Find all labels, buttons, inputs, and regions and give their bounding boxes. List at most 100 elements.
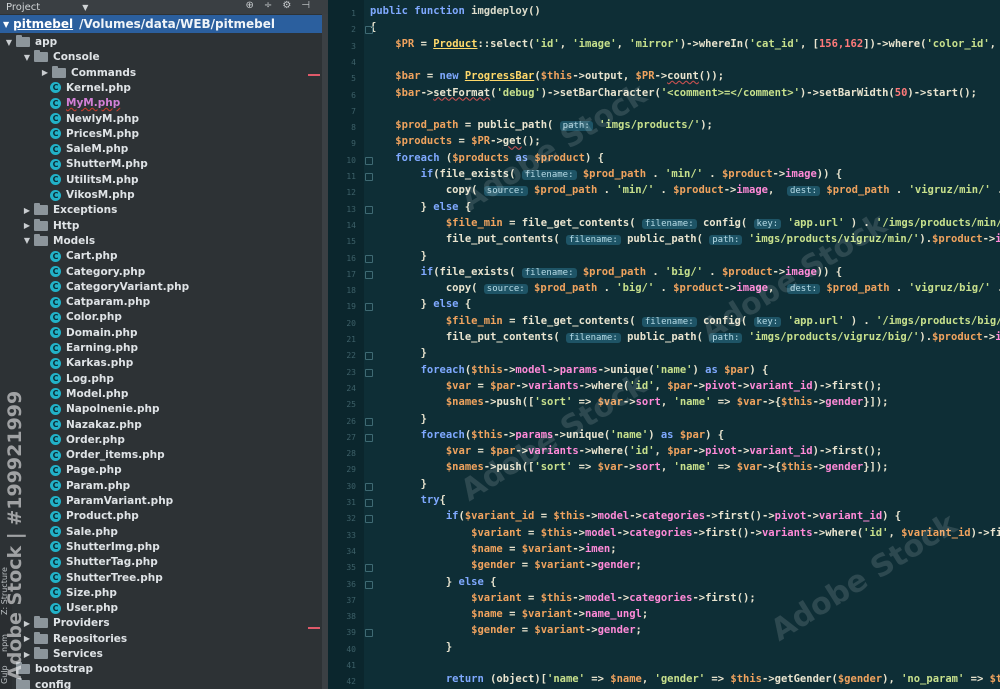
chevron-right-icon[interactable]: ▶ — [40, 68, 50, 77]
chevron-right-icon[interactable]: ▶ — [22, 221, 32, 230]
fold-marker-icon[interactable] — [365, 482, 373, 491]
fold-marker-icon[interactable] — [365, 515, 373, 524]
code-line[interactable]: } else { — [370, 576, 497, 592]
root-expand-arrow[interactable]: ▼ — [3, 20, 9, 29]
tree-file[interactable]: C ShutterM.php — [40, 156, 148, 172]
code-line[interactable]: copy( source: $prod_path . 'big/' . $pro… — [370, 282, 1000, 298]
tree-file[interactable]: C PricesM.php — [40, 126, 139, 142]
tree-folder[interactable]: ▶ Exceptions — [22, 202, 117, 218]
hide-icon[interactable]: ⊣ — [301, 0, 310, 11]
code-line[interactable]: $variant = $this->model->categories->fir… — [370, 592, 756, 608]
collapse-all-icon[interactable]: ÷ — [264, 0, 272, 11]
tree-file[interactable]: C ParamVariant.php — [40, 493, 173, 509]
tree-file[interactable]: C Kernel.php — [40, 80, 131, 96]
tree-file[interactable]: C Size.php — [40, 585, 117, 601]
tree-folder[interactable]: ▶ Commands — [40, 65, 136, 81]
fold-marker-icon[interactable] — [365, 26, 373, 35]
tree-file[interactable]: C Param.php — [40, 478, 130, 494]
tree-folder[interactable]: ▼ Models — [22, 233, 95, 249]
tree-file[interactable]: C Order_items.php — [40, 447, 165, 463]
tree-file[interactable]: C ShutterTree.php — [40, 570, 163, 586]
tree-file[interactable]: C SaleM.php — [40, 141, 128, 157]
fold-marker-icon[interactable] — [365, 580, 373, 589]
code-line[interactable]: if(file_exists( filename: $prod_path . '… — [370, 168, 842, 184]
code-editor[interactable]: 1 2 3 4 5 6 7 8 9 10 11 12 13 14 15 16 17 18 19 20 21 22 23 24 2… — [328, 0, 1000, 689]
fold-marker-icon[interactable] — [365, 564, 373, 573]
code-line[interactable]: $bar = new ProgressBar($this->output, $P… — [370, 70, 724, 86]
tree-file[interactable]: C ShutterTag.php — [40, 554, 158, 570]
tree-file[interactable]: C Color.php — [40, 309, 122, 325]
code-line[interactable]: file_put_contents( filename: public_path… — [370, 233, 1000, 249]
tree-file[interactable]: C CategoryVariant.php — [40, 279, 189, 295]
tree-folder[interactable]: ▼ app — [4, 34, 57, 50]
code-line[interactable]: $file_min = file_get_contents( filename:… — [370, 315, 1000, 331]
code-line[interactable]: } — [370, 250, 427, 266]
tree-file[interactable]: C MyM.php — [40, 95, 120, 111]
chevron-down-icon[interactable]: ▼ — [4, 38, 14, 47]
fold-marker-icon[interactable] — [365, 499, 373, 507]
code-line[interactable]: return (object)['name' => $name, 'gender… — [370, 673, 1000, 689]
dropdown-icon[interactable]: ▼ — [82, 3, 88, 12]
gear-icon[interactable]: ⚙ — [282, 0, 291, 11]
code-line[interactable]: try{ — [370, 494, 446, 510]
code-line[interactable]: $PR = Product::select('id', 'image', 'mi… — [370, 38, 1000, 54]
fold-marker-icon[interactable] — [365, 173, 373, 181]
code-line[interactable]: $name = $variant->imen; — [370, 543, 616, 559]
fold-marker-icon[interactable] — [365, 303, 373, 312]
code-line[interactable]: } — [370, 413, 427, 429]
project-root-row[interactable]: ▼ pitmebel /Volumes/data/WEB/pitmebel — [0, 15, 322, 33]
fold-marker-icon[interactable] — [365, 254, 373, 263]
code-line[interactable]: $gender = $variant->gender; — [370, 624, 642, 640]
code-line[interactable]: } else { — [370, 298, 472, 314]
tree-file[interactable]: C Karkas.php — [40, 355, 133, 371]
tree-file[interactable]: C ShutterImg.php — [40, 539, 160, 555]
fold-marker-icon[interactable] — [365, 205, 373, 214]
tree-file[interactable]: C Catparam.php — [40, 294, 150, 310]
code-line[interactable]: } — [370, 641, 452, 657]
chevron-down-icon[interactable]: ▼ — [22, 236, 32, 245]
code-line[interactable]: $file_min = file_get_contents( filename:… — [370, 217, 1000, 233]
tree-file[interactable]: C Sale.php — [40, 524, 118, 540]
tree-file[interactable]: C VikosM.php — [40, 187, 135, 203]
fold-marker-icon[interactable] — [365, 352, 373, 361]
code-line[interactable]: $prod_path = public_path( path: 'imgs/pr… — [370, 119, 713, 135]
fold-marker-icon[interactable] — [365, 270, 373, 279]
tree-file[interactable]: C UtilitsM.php — [40, 172, 139, 188]
code-line[interactable]: $names->push(['sort' => $var->sort, 'nam… — [370, 461, 889, 477]
code-line[interactable]: foreach($this->model->params->unique('na… — [370, 364, 769, 380]
tree-file[interactable]: C Earning.php — [40, 340, 138, 356]
tree-file[interactable]: C Product.php — [40, 508, 139, 524]
fold-marker-icon[interactable] — [365, 629, 373, 638]
target-icon[interactable]: ⊕ — [246, 0, 254, 11]
tree-file[interactable]: C NewlyM.php — [40, 111, 139, 127]
tree-file[interactable]: C Order.php — [40, 432, 125, 448]
fold-marker-icon[interactable] — [365, 417, 373, 426]
tree-file[interactable]: C Page.php — [40, 462, 122, 478]
code-line[interactable]: } else { — [370, 201, 472, 217]
tree-file[interactable]: C Category.php — [40, 264, 145, 280]
code-line[interactable]: $products = $PR->get(); — [370, 135, 540, 151]
tree-file[interactable]: C Nazakaz.php — [40, 417, 142, 433]
fold-marker-icon[interactable] — [365, 156, 373, 165]
tree-file[interactable]: C Napolnenie.php — [40, 401, 160, 417]
chevron-down-icon[interactable]: ▼ — [22, 53, 32, 62]
code-line[interactable]: $var = $par->variants->where('id', $par-… — [370, 445, 882, 461]
tree-folder[interactable]: ▼ Console — [22, 49, 100, 65]
tree-folder[interactable]: ▶ Http — [22, 218, 79, 234]
chevron-right-icon[interactable]: ▶ — [22, 206, 32, 215]
tree-file[interactable]: C User.php — [40, 600, 118, 616]
fold-marker-icon[interactable] — [365, 368, 373, 377]
code-line[interactable]: } — [370, 347, 427, 363]
panel-title[interactable]: Project — [0, 2, 40, 13]
code-line[interactable]: $bar->setFormat('debug')->setBarCharacte… — [370, 87, 977, 103]
code-line[interactable]: } — [370, 478, 427, 494]
code-line[interactable]: $name = $variant->name_ungl; — [370, 608, 648, 624]
tree-file[interactable]: C Domain.php — [40, 325, 138, 341]
tree-file[interactable]: C Model.php — [40, 386, 128, 402]
code-line[interactable]: if($variant_id = $this->model->categorie… — [370, 510, 901, 526]
tree-file[interactable]: C Cart.php — [40, 248, 118, 264]
code-line[interactable]: file_put_contents( filename: public_path… — [370, 331, 1000, 347]
code-line[interactable]: public function imgdeploy() — [370, 5, 541, 21]
fold-marker-icon[interactable] — [365, 433, 373, 442]
tree-file[interactable]: C Log.php — [40, 371, 114, 387]
